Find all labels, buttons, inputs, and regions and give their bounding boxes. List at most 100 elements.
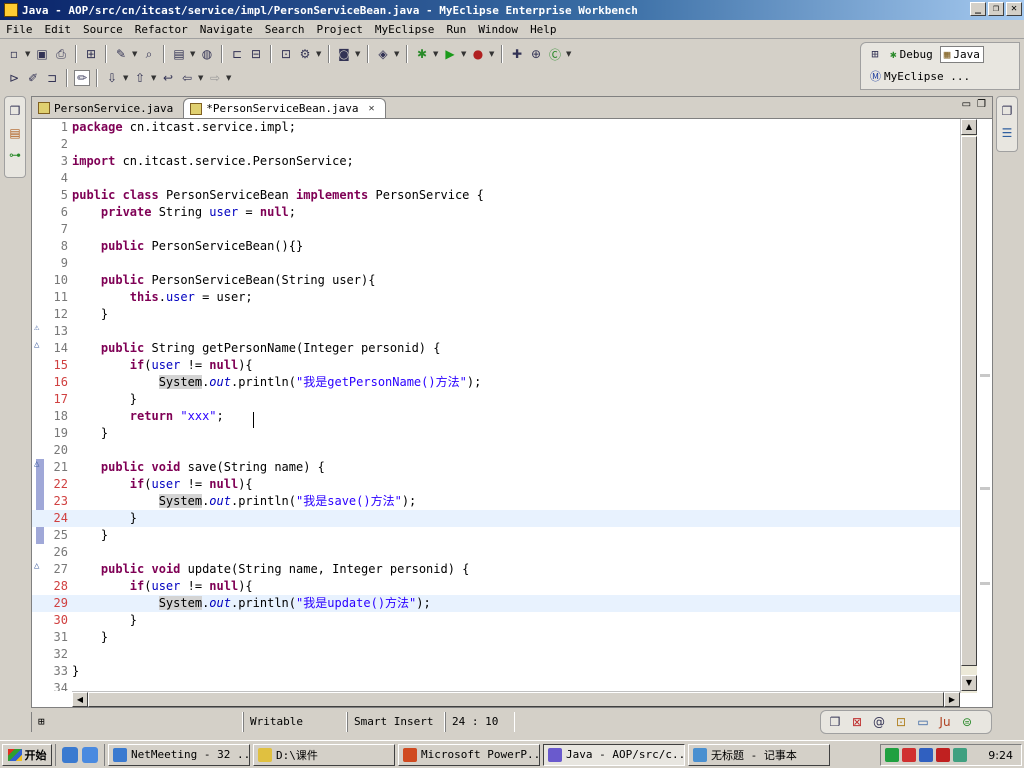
start-button[interactable]: 开始 [2, 743, 52, 766]
volume-icon[interactable] [919, 748, 933, 762]
open-type-icon[interactable]: ⊳ [6, 70, 22, 86]
perspective-java[interactable]: ▦ Java [939, 45, 984, 63]
tab-person-service-bean[interactable]: *PersonServiceBean.java ✕ [183, 98, 386, 118]
next-annotation-icon[interactable]: ⇩ [104, 70, 120, 86]
menu-window[interactable]: Window [472, 23, 524, 36]
print-icon[interactable]: ⎙ [53, 46, 69, 62]
hierarchy-icon[interactable]: ⊶ [7, 147, 23, 163]
new-icon[interactable]: ▫ [6, 46, 22, 62]
run-icon[interactable]: ▶ [442, 46, 458, 62]
menu-run[interactable]: Run [440, 23, 472, 36]
menu-refactor[interactable]: Refactor [129, 23, 194, 36]
taskbar-java-eclipse[interactable]: Java - AOP/src/c... [543, 743, 685, 766]
package-icon[interactable]: ⊡ [278, 46, 294, 62]
debug-dropdown-icon[interactable]: ▼ [433, 50, 439, 58]
scroll-thumb[interactable] [961, 136, 977, 666]
restore-view-icon[interactable]: ❐ [827, 714, 843, 730]
new-dropdown-icon[interactable]: ▼ [25, 50, 31, 58]
declaration-icon[interactable]: ⊡ [893, 714, 909, 730]
menu-search[interactable]: Search [259, 23, 311, 36]
run-dropdown-icon[interactable]: ▼ [461, 50, 467, 58]
restore-button[interactable]: ❐ [988, 2, 1004, 16]
back-icon[interactable]: ⇦ [179, 70, 195, 86]
back-dropdown-icon[interactable]: ▼ [198, 74, 204, 82]
config-icon[interactable]: ⚙ [297, 46, 313, 62]
new-class-dropdown-icon[interactable]: ▼ [566, 50, 572, 58]
server-dropdown-icon[interactable]: ▼ [190, 50, 196, 58]
wizard-icon[interactable]: ✎ [113, 46, 129, 62]
camera-icon[interactable]: ◙ [336, 46, 352, 62]
kingsoft-icon[interactable] [936, 748, 950, 762]
deploy-icon[interactable]: ⊞ [83, 46, 99, 62]
menu-myeclipse[interactable]: MyEclipse [369, 23, 441, 36]
external-tools-dropdown-icon[interactable]: ▼ [489, 50, 495, 58]
minimize-button[interactable]: _ [970, 2, 986, 16]
menu-help[interactable]: Help [524, 23, 563, 36]
overview-marker[interactable] [980, 582, 990, 585]
outlook-icon[interactable] [82, 746, 98, 763]
config-dropdown-icon[interactable]: ▼ [316, 50, 322, 58]
javadoc-icon[interactable]: @ [871, 714, 887, 730]
close-button[interactable]: ✕ [1006, 2, 1022, 16]
scroll-up-button[interactable]: ▲ [961, 119, 977, 135]
forward-icon[interactable]: ⇨ [207, 70, 223, 86]
new-class-icon[interactable]: Ⓒ [547, 46, 563, 62]
scroll-right-button[interactable]: ▶ [944, 692, 960, 707]
overview-marker[interactable] [980, 374, 990, 377]
menu-edit[interactable]: Edit [39, 23, 78, 36]
previous-annotation-icon[interactable]: ⇧ [132, 70, 148, 86]
overview-ruler[interactable] [977, 119, 992, 693]
console-icon[interactable]: ▭ [915, 714, 931, 730]
remove-icon[interactable]: ⊟ [248, 46, 264, 62]
menu-source[interactable]: Source [77, 23, 129, 36]
new-package-icon[interactable]: ⊕ [528, 46, 544, 62]
open-task-icon[interactable]: ⊐ [44, 70, 60, 86]
open-perspective-icon[interactable]: ⊞ [867, 46, 883, 62]
minimize-view-icon[interactable]: ▭ [962, 99, 971, 110]
horizontal-scroll-thumb[interactable] [88, 692, 944, 707]
wizard-dropdown-icon[interactable]: ▼ [132, 50, 138, 58]
vertical-scrollbar[interactable]: ▲ ▼ [960, 119, 977, 693]
security-icon[interactable] [902, 748, 916, 762]
package-explorer-icon[interactable]: ▤ [7, 125, 23, 141]
outline-icon[interactable]: ☰ [999, 125, 1015, 141]
menu-navigate[interactable]: Navigate [194, 23, 259, 36]
internet-explorer-icon[interactable] [62, 746, 78, 763]
globe-icon[interactable]: ◍ [199, 46, 215, 62]
scroll-down-button[interactable]: ▼ [961, 675, 977, 691]
tab-person-service[interactable]: PersonService.java [32, 98, 183, 118]
menu-file[interactable]: File [0, 23, 39, 36]
servers-icon[interactable]: ⊜ [959, 714, 975, 730]
horizontal-scrollbar[interactable]: ◀ ▶ [72, 691, 960, 707]
taskbar-netmeeting[interactable]: NetMeeting - 32 ... [108, 743, 250, 766]
palette-dropdown-icon[interactable]: ▼ [394, 50, 400, 58]
new-java-project-icon[interactable]: ✚ [509, 46, 525, 62]
last-edit-icon[interactable]: ↩ [160, 70, 176, 86]
maximize-view-icon[interactable]: ❐ [977, 99, 986, 110]
next-annotation-dropdown-icon[interactable]: ▼ [123, 74, 129, 82]
overview-marker[interactable] [980, 487, 990, 490]
network-icon[interactable] [885, 748, 899, 762]
restore-view-icon[interactable]: ❐ [7, 103, 23, 119]
close-tab-icon[interactable]: ✕ [369, 103, 375, 114]
code-area[interactable]: ⚠ △ △ △ 1 package cn.itcast.service.impl;… [32, 119, 960, 691]
external-tools-icon[interactable]: ● [470, 46, 486, 62]
search-icon[interactable]: ⌕ [141, 46, 157, 62]
palette-icon[interactable]: ◈ [375, 46, 391, 62]
perspective-myeclipse[interactable]: Ⓜ MyEclipse ... [867, 67, 973, 85]
open-folder-icon[interactable]: ⊏ [229, 46, 245, 62]
restore-view-icon[interactable]: ❐ [999, 103, 1015, 119]
toggle-mark-occurrences-icon[interactable]: ✏ [74, 70, 90, 86]
menu-project[interactable]: Project [310, 23, 368, 36]
taskbar-notepad[interactable]: 无标题 - 记事本 [688, 743, 830, 766]
problems-icon[interactable]: ⊠ [849, 714, 865, 730]
taskbar-folder[interactable]: D:\课件 [253, 743, 395, 766]
previous-annotation-dropdown-icon[interactable]: ▼ [151, 74, 157, 82]
junit-icon[interactable]: Ju [937, 714, 953, 730]
debug-run-icon[interactable]: ✱ [414, 46, 430, 62]
camera-dropdown-icon[interactable]: ▼ [355, 50, 361, 58]
save-icon[interactable]: ▣ [34, 46, 50, 62]
taskbar-powerpoint[interactable]: Microsoft PowerP... [398, 743, 540, 766]
server-icon[interactable]: ▤ [171, 46, 187, 62]
scroll-left-button[interactable]: ◀ [72, 692, 88, 707]
